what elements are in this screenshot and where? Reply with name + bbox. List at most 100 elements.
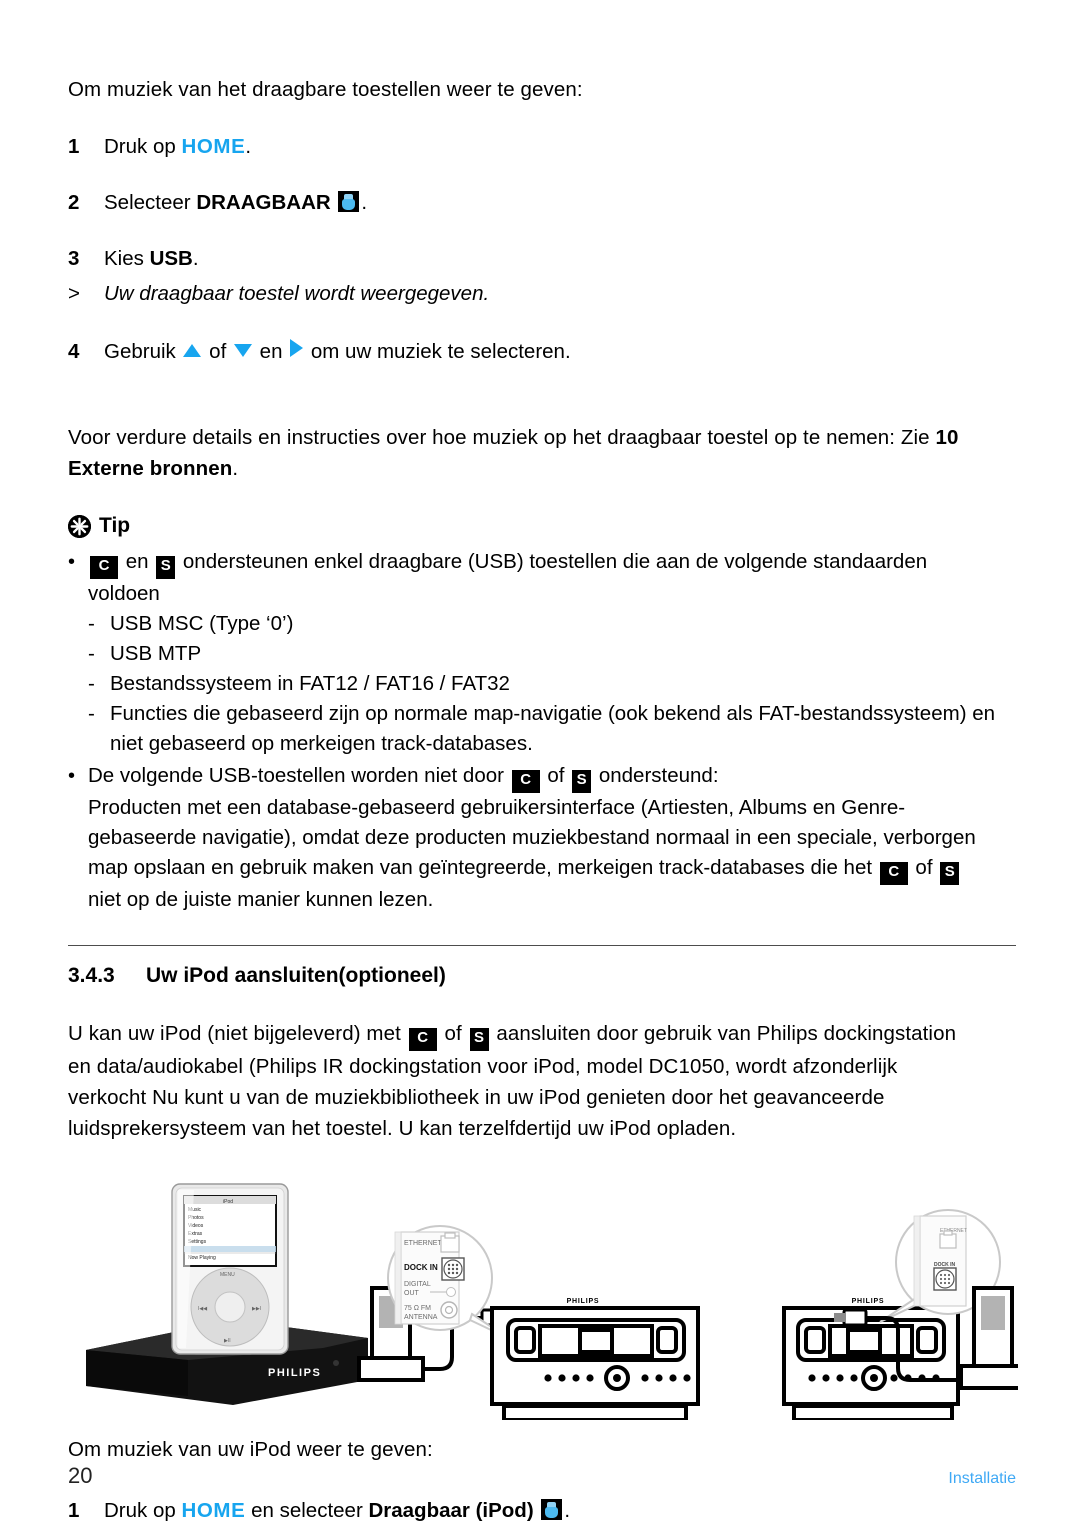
section-paragraph: U kan uw iPod (niet bijgeleverd) met C o… [68, 1018, 1016, 1144]
tip-subitem-2: - USB MTP [68, 639, 1016, 669]
center-badge-icon: C [879, 862, 908, 885]
page-content: Om muziek van het draagbare toestellen w… [68, 74, 1018, 1527]
svg-text:OUT: OUT [404, 1290, 420, 1297]
tip-bullet-1-cont: voldoen [88, 582, 160, 605]
music-center-unit [490, 1306, 700, 1420]
triangle-up-icon [183, 344, 202, 357]
ipod-dock-photo: PHILIPS iPod Music Photos Videos Extras … [86, 1183, 368, 1405]
step-3-result: > Uw draagbaar toestel wordt weergegeven… [68, 278, 1016, 309]
callout-label-dockin: DOCK IN [404, 1263, 438, 1272]
triangle-right-icon [290, 339, 304, 357]
bullet-dot-icon: • [68, 551, 76, 573]
section-heading: 3.4.3 Uw iPod aansluiten(optioneel) [68, 964, 1016, 988]
tip-subitem-3-text: Bestandssysteem in FAT12 / FAT16 / FAT32 [110, 672, 510, 695]
section-para-l2: en data/audiokabel (Philips IR dockingst… [68, 1055, 898, 1078]
station-badge-icon: S [156, 556, 176, 579]
step-4-mid2: en [253, 340, 289, 363]
station-badge-icon: S [940, 862, 960, 885]
step-1-number: 1 [68, 135, 80, 158]
step-2-number: 2 [68, 191, 80, 214]
step-4-number: 4 [68, 340, 80, 363]
step-1: 1 Druk op HOME. [68, 131, 1016, 162]
dock-brand-label: PHILIPS [268, 1367, 321, 1379]
closing-step-1: 1 Druk op HOME en selecteer Draagbaar (i… [68, 1495, 1016, 1527]
section-divider [68, 945, 1016, 946]
station-unit-brand: PHILIPS [852, 1298, 885, 1305]
dash-marker: - [88, 672, 95, 695]
svg-text:DOCK IN: DOCK IN [934, 1262, 956, 1268]
step-4-post: om uw muziek te selecteren. [305, 340, 571, 363]
step-3-number: 3 [68, 247, 80, 270]
callout-label-ethernet: ETHERNET [404, 1240, 442, 1247]
ipod-lineart-screen-right [981, 1296, 1005, 1330]
usb-stick-icon [541, 1499, 563, 1520]
step-2-pre: Selecteer [104, 191, 197, 214]
callout-label-antenna: 75 Ω FM [404, 1305, 431, 1312]
closing-step-pre: Druk op [104, 1499, 182, 1522]
reference-line1: Voor verdure details en instructies over… [68, 426, 936, 449]
section-number: 3.4.3 [68, 964, 115, 987]
step-2-post: . [361, 191, 368, 214]
ipod-dock-connection-diagram: PHILIPS iPod Music Photos Videos Extras … [68, 1170, 1018, 1420]
tip-subitem-2-text: USB MTP [110, 642, 202, 665]
step-4-mid1: of [203, 340, 232, 363]
asterisk-badge-icon [68, 514, 91, 538]
tip-subitem-4: - Functies die gebaseerd zijn op normale… [68, 699, 1016, 759]
tip-bullet-2-pre: De volgende USB-toestellen worden niet d… [88, 764, 510, 787]
reference-paragraph: Voor verdure details en instructies over… [68, 422, 1016, 484]
svg-text:Now Playing: Now Playing [188, 1255, 216, 1261]
tip-bullet-2-l2: gebaseerde navigatie), omdat deze produc… [88, 826, 976, 849]
usb-keyword: USB [149, 247, 193, 270]
bullet-dot-icon: • [68, 765, 76, 787]
triangle-down-icon [233, 344, 252, 357]
intro-paragraph: Om muziek van het draagbare toestellen w… [68, 78, 583, 101]
step-3-post: . [192, 247, 199, 270]
tip-bullet-2-body: De volgende USB-toestellen worden niet d… [88, 761, 1016, 915]
result-marker: > [68, 282, 80, 305]
svg-text:I◀◀: I◀◀ [198, 1306, 207, 1312]
closing-step-mid: en selecteer [245, 1499, 369, 1522]
step-4-pre: Gebruik [104, 340, 182, 363]
home-keyword: HOME [181, 1499, 246, 1522]
page-footer: 20 Installatie [68, 1463, 1016, 1489]
tip-label: Tip [99, 514, 131, 537]
tip-bullet-2-l1: Producten met een database-gebaseerd geb… [88, 796, 906, 819]
draagbaar-keyword: DRAAGBAAR [196, 191, 331, 214]
tip-bullet-2: • De volgende USB-toestellen worden niet… [68, 761, 1016, 915]
step-3-body: Kies USB. [104, 243, 1016, 274]
section-title: Uw iPod aansluiten(optioneel) [146, 964, 446, 987]
step-1-pre: Druk op [104, 135, 182, 158]
svg-text:▶II: ▶II [224, 1338, 231, 1344]
tip-subitem-4-text: Functies die gebaseerd zijn op normale m… [110, 702, 996, 755]
chapter-title: Externe bronnen [68, 457, 233, 480]
section-para-l3: verkocht Nu kunt u van de muziekbiblioth… [68, 1086, 885, 1109]
step-1-post: . [245, 135, 252, 158]
tip-bullet-1-body: C en S ondersteunen enkel draagbare (USB… [88, 547, 1016, 609]
svg-text:iPod: iPod [223, 1199, 233, 1205]
closing-step-post: . [564, 1499, 571, 1522]
tip-subitem-1-text: USB MSC (Type ‘0’) [110, 612, 294, 635]
tip-bullet-1: • C en S ondersteunen enkel draagbare (U… [68, 547, 1016, 609]
step-3-pre: Kies [104, 247, 150, 270]
document-page: Om muziek van het draagbare toestellen w… [0, 0, 1080, 1527]
tip-bullet-2-post: ondersteund: [593, 764, 719, 787]
section-para-l4: luidsprekersysteem van het toestel. U ka… [68, 1117, 737, 1140]
music-station-unit [782, 1306, 960, 1420]
tip-heading: Tip [68, 514, 1016, 538]
reference-end: . [232, 457, 239, 480]
closing-intro: Om muziek van uw iPod weer te geven: [68, 1438, 433, 1461]
dock-in-connector-icon [441, 1257, 465, 1281]
step-3: 3 Kies USB. [68, 243, 1016, 274]
tip-bullet-2-l3-mid: of [909, 856, 939, 879]
station-badge-icon: S [572, 770, 592, 793]
step-4: 4 Gebruik of en om uw muziek te selecter… [68, 336, 1016, 367]
step-2-body: Selecteer DRAAGBAAR . [104, 187, 1016, 218]
tip-bullet-1-mid: en [120, 550, 155, 573]
callout-label-digital: DIGITAL [404, 1281, 431, 1288]
usb-stick-icon [338, 191, 360, 212]
step-2: 2 Selecteer DRAAGBAAR . [68, 187, 1016, 218]
section-para-pre: U kan uw iPod (niet bijgeleverd) met [68, 1022, 407, 1045]
tip-subitem-1: - USB MSC (Type ‘0’) [68, 609, 1016, 639]
dash-marker: - [88, 642, 95, 665]
svg-text:ANTENNA: ANTENNA [404, 1314, 438, 1321]
